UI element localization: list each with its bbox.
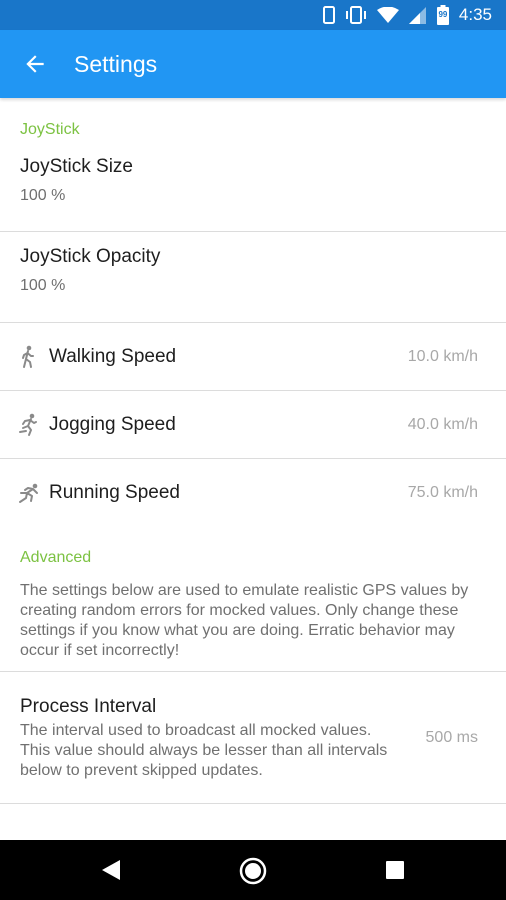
arrow-back-icon[interactable] bbox=[22, 51, 48, 77]
page-title: Settings bbox=[74, 50, 158, 77]
settings-list[interactable]: JoyStick JoyStick Size 100 % JoyStick Op… bbox=[0, 98, 506, 840]
setting-title: Running Speed bbox=[49, 481, 180, 503]
battery-level: 99 bbox=[438, 10, 448, 19]
setting-title: Walking Speed bbox=[49, 345, 177, 367]
setting-summary: 100 % bbox=[20, 187, 66, 204]
process-interval-setting[interactable]: Process Interval The interval used to br… bbox=[0, 672, 506, 804]
app-bar: Settings bbox=[0, 30, 506, 98]
phone-icon bbox=[322, 6, 335, 24]
running-speed-setting[interactable]: Running Speed 75.0 km/h bbox=[0, 459, 506, 526]
recents-square-icon[interactable] bbox=[386, 861, 404, 884]
setting-title: Process Interval bbox=[20, 696, 157, 717]
joystick-size-setting[interactable]: JoyStick Size 100 % bbox=[0, 148, 506, 232]
back-triangle-icon[interactable] bbox=[100, 859, 122, 886]
status-bar: 99 4:35 bbox=[0, 0, 506, 30]
setting-summary: The interval used to broadcast all mocke… bbox=[20, 722, 388, 779]
clock: 4:35 bbox=[458, 5, 492, 24]
category-joystick: JoyStick bbox=[20, 121, 80, 138]
jogging-icon bbox=[17, 413, 39, 437]
battery-icon: 99 bbox=[436, 5, 449, 25]
setting-title: JoyStick Size bbox=[20, 156, 133, 177]
setting-value: 75.0 km/h bbox=[407, 483, 478, 501]
running-icon bbox=[17, 481, 39, 505]
setting-title: JoyStick Opacity bbox=[20, 246, 161, 267]
category-advanced: Advanced bbox=[20, 549, 92, 566]
advanced-description: The settings below are used to emulate r… bbox=[0, 578, 506, 672]
joystick-opacity-setting[interactable]: JoyStick Opacity 100 % bbox=[0, 232, 506, 323]
walking-icon bbox=[17, 345, 39, 369]
setting-value: 500 ms bbox=[425, 729, 478, 746]
jogging-speed-setting[interactable]: Jogging Speed 40.0 km/h bbox=[0, 391, 506, 459]
vibrate-icon bbox=[345, 6, 367, 24]
home-circle-icon[interactable] bbox=[238, 856, 268, 891]
setting-value: 40.0 km/h bbox=[407, 415, 478, 433]
signal-icon bbox=[408, 6, 427, 24]
setting-summary: 100 % bbox=[20, 277, 66, 294]
navigation-bar bbox=[0, 840, 506, 900]
walking-speed-setting[interactable]: Walking Speed 10.0 km/h bbox=[0, 323, 506, 391]
wifi-icon bbox=[376, 6, 399, 24]
setting-title: Jogging Speed bbox=[49, 413, 176, 435]
setting-value: 10.0 km/h bbox=[407, 347, 478, 365]
